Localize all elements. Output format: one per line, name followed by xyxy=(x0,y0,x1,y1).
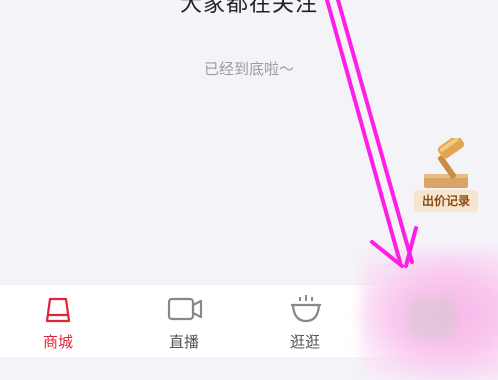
nav-tab-live[interactable]: 直播 xyxy=(134,285,234,357)
nav-tab-browse[interactable]: 逛逛 xyxy=(255,285,355,357)
blurred-overlay-center xyxy=(410,298,456,338)
gavel-icon xyxy=(424,138,468,188)
nav-label: 商城 xyxy=(42,333,73,351)
bowl-icon xyxy=(291,295,321,323)
video-camera-icon xyxy=(167,297,203,321)
list-end-text: 已经到底啦～ xyxy=(203,60,294,78)
store-bag-icon xyxy=(45,297,71,323)
bid-record-button[interactable]: 出价记录 xyxy=(414,138,478,216)
section-title: 大家都在关注 xyxy=(179,0,318,17)
nav-label: 直播 xyxy=(168,333,199,351)
nav-label: 逛逛 xyxy=(289,333,320,351)
nav-tab-mall[interactable]: 商城 xyxy=(8,285,108,357)
bid-record-label: 出价记录 xyxy=(414,190,478,212)
